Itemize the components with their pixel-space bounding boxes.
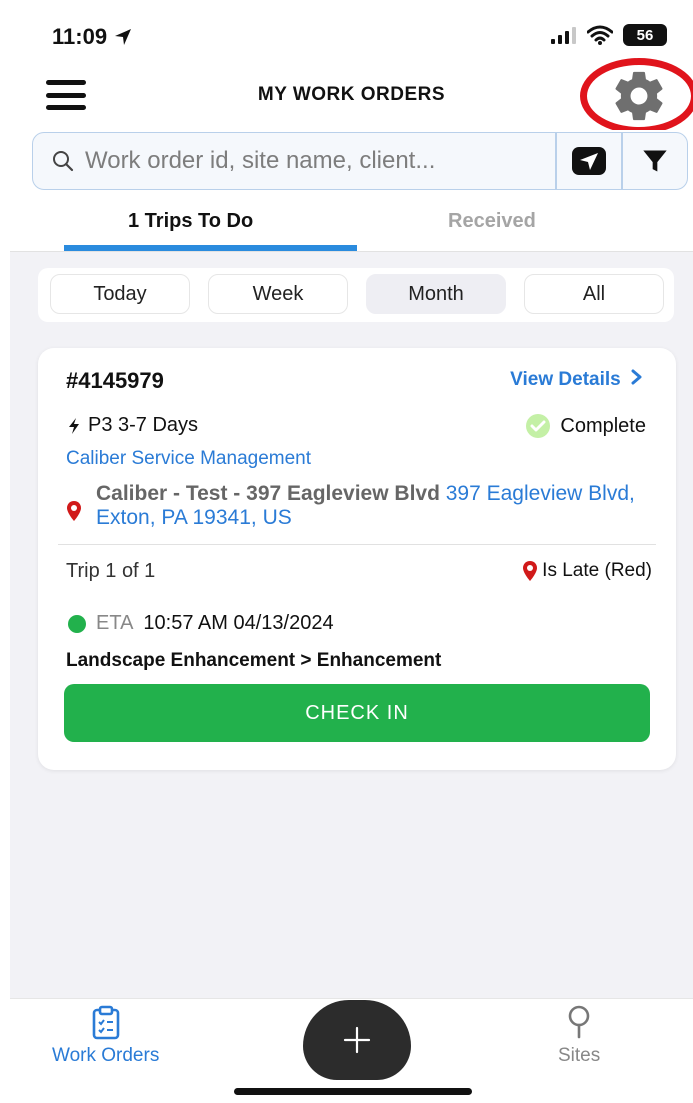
status-icons: 56 <box>551 24 667 46</box>
service-type: Landscape Enhancement > Enhancement <box>66 650 442 671</box>
tab-work-orders[interactable]: Work Orders <box>52 1005 159 1067</box>
add-button[interactable] <box>303 1000 411 1080</box>
work-order-id: #4145979 <box>66 368 164 393</box>
filter-button[interactable] <box>623 132 687 190</box>
eta: ETA 10:57 AM 04/13/2024 <box>68 612 334 635</box>
search-input[interactable] <box>75 147 555 175</box>
tab-sites-label: Sites <box>558 1045 601 1066</box>
clipboard-icon <box>92 1005 119 1040</box>
work-order-card[interactable]: #4145979 View Details P3 3-7 Days Comple… <box>38 348 676 770</box>
wifi-icon <box>587 25 613 45</box>
settings-highlight-circle <box>580 58 693 134</box>
segment-week[interactable]: Week <box>208 274 348 314</box>
map-pin-icon <box>67 501 81 521</box>
app-header: MY WORK ORDERS <box>10 58 693 134</box>
gear-icon[interactable] <box>610 67 668 125</box>
eta-value: 10:57 AM 04/13/2024 <box>143 612 334 634</box>
status-text: Complete <box>560 414 646 437</box>
date-range-selector: Today Week Month All <box>38 268 674 322</box>
check-circle-icon <box>526 414 551 438</box>
site-address[interactable]: Caliber - Test - 397 Eagleview Blvd 397 … <box>66 482 656 530</box>
priority-text: P3 3-7 Days <box>88 414 199 436</box>
priority: P3 3-7 Days <box>68 414 198 437</box>
segment-month[interactable]: Month <box>366 274 506 314</box>
trip-count: Trip 1 of 1 <box>66 560 156 582</box>
tab-sites[interactable]: Sites <box>558 1005 600 1067</box>
location-pin-icon <box>568 1005 590 1039</box>
active-tab-indicator <box>64 245 357 251</box>
app-screen: 11:09 56 MY WORK ORDERS Work order id, s… <box>10 0 693 1103</box>
battery-level: 56 <box>636 26 654 44</box>
view-details-label: View Details <box>510 369 621 390</box>
signal-icon <box>551 27 576 44</box>
search-box <box>32 132 688 190</box>
navigation-arrow-icon <box>572 147 606 175</box>
map-pin-icon <box>523 561 538 581</box>
nearby-button[interactable] <box>557 132 621 190</box>
site-name: Caliber - Test - 397 Eagleview Blvd <box>96 482 440 505</box>
search-row <box>10 130 693 200</box>
filter-icon <box>643 150 667 172</box>
client-link[interactable]: Caliber Service Management <box>66 448 311 470</box>
status: Complete <box>526 414 646 438</box>
bolt-icon <box>69 417 79 434</box>
chevron-right-icon <box>631 369 642 385</box>
tab-received[interactable]: Received <box>448 210 536 233</box>
plus-icon <box>343 1026 371 1054</box>
late-indicator: Is Late (Red) <box>522 560 652 582</box>
segment-all[interactable]: All <box>524 274 664 314</box>
tab-trips-to-do[interactable]: 1 Trips To Do <box>128 210 253 233</box>
search-icon <box>53 151 74 172</box>
eta-label: ETA <box>96 612 134 634</box>
status-bar: 11:09 56 <box>10 0 693 60</box>
eta-status-dot-icon <box>68 614 86 633</box>
clock-text: 11:09 <box>52 24 108 49</box>
home-indicator <box>234 1088 472 1095</box>
tab-work-orders-label: Work Orders <box>52 1045 160 1066</box>
status-time: 11:09 <box>52 24 133 50</box>
battery-icon: 56 <box>623 24 667 46</box>
card-divider <box>58 544 656 545</box>
location-arrow-icon <box>115 29 132 45</box>
view-details-link[interactable]: View Details <box>510 369 644 391</box>
segment-today[interactable]: Today <box>50 274 190 314</box>
late-text: Is Late (Red) <box>542 560 652 581</box>
check-in-button[interactable]: CHECK IN <box>64 684 650 742</box>
